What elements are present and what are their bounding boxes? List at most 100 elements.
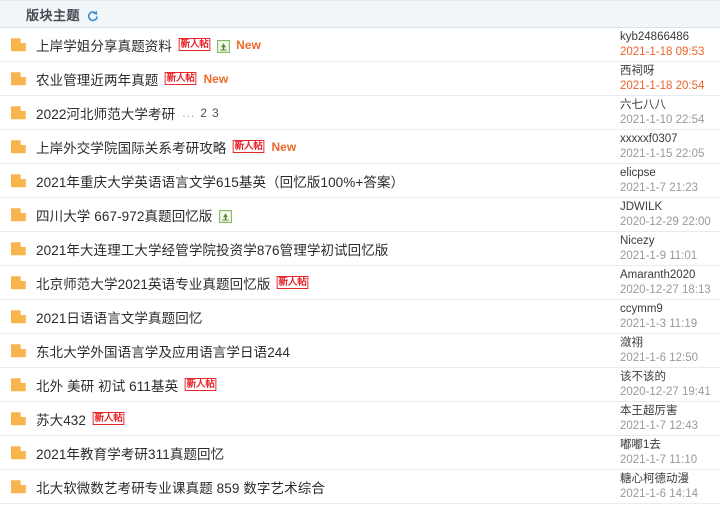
thread-main: 北外 美研 初试 611基英 新人帖 (36, 375, 612, 395)
thread-title-link[interactable]: 2021年大连理工大学经管学院投资学876管理学初试回忆版 (36, 239, 388, 259)
thread-author-link[interactable]: 该不该的 (620, 370, 716, 384)
section-title: 版块主题 (26, 7, 81, 23)
thread-main: 农业管理近两年真题 新人帖 New (36, 69, 612, 89)
thread-title-link[interactable]: 2022河北师范大学考研 (36, 103, 175, 123)
new-flag-label: New (203, 71, 229, 86)
thread-list: 上岸学姐分享真题资料 新人帖 New kyb24866486 2021-1-18 09:… (0, 28, 720, 504)
thread-author-link[interactable]: kyb24866486 (620, 30, 716, 44)
thread-row[interactable]: 2021年大连理工大学经管学院投资学876管理学初试回忆版 Nicezy 2021-… (0, 232, 720, 266)
folder-icon (10, 37, 27, 52)
thread-author-link[interactable]: elicpse (620, 166, 716, 180)
thread-date: 2021-1-18 09:53 (620, 45, 705, 58)
thread-author-link[interactable]: 六七八八 (620, 98, 716, 112)
thread-author-link[interactable]: 潋祤 (620, 336, 716, 350)
thread-meta: 糖心柯德动漫 2021-1-6 14:14 (620, 472, 716, 501)
thread-title-link[interactable]: 上岸外交学院国际关系考研攻略 (36, 137, 226, 157)
thread-meta: 本王超厉害 2021-1-7 12:43 (620, 404, 716, 433)
thread-author-link[interactable]: xxxxxf0307 (620, 132, 716, 146)
thread-author-link[interactable]: ccymm9 (620, 302, 716, 316)
thread-date: 2021-1-15 22:05 (620, 147, 705, 160)
folder-icon (10, 241, 27, 256)
thread-date: 2021-1-9 11:01 (620, 249, 698, 262)
thread-row[interactable]: 上岸外交学院国际关系考研攻略 新人帖 New xxxxxf0307 2021-1-15 … (0, 130, 720, 164)
new-user-badge: 新人帖 (92, 412, 125, 425)
thread-row[interactable]: 2021日语语言文学真题回忆 ccymm9 2021-1-3 11:19 (0, 300, 720, 334)
pagination-page-3[interactable]: 3 (212, 106, 219, 120)
thread-title-link[interactable]: 东北大学外国语言学及应用语言学日语244 (36, 341, 290, 361)
thread-row[interactable]: 上岸学姐分享真题资料 新人帖 New kyb24866486 2021-1-18 09:… (0, 28, 720, 62)
thread-row[interactable]: 东北大学外国语言学及应用语言学日语244 潋祤 2021-1-6 12:50 (0, 334, 720, 368)
thread-row[interactable]: 2021年教育学考研311真题回忆 嘟嘟1去 2021-1-7 11:10 (0, 436, 720, 470)
new-user-badge: 新人帖 (184, 378, 217, 391)
image-attachment-icon (218, 210, 232, 223)
thread-row[interactable]: 2021年重庆大学英语语言文学615基英（回忆版100%+答案） elicpse 2… (0, 164, 720, 198)
new-user-badge: 新人帖 (165, 72, 197, 85)
thread-row[interactable]: 四川大学 667-972真题回忆版 JDWILK 2020-12-29 22:00 (0, 198, 720, 232)
thread-main: 2021年大连理工大学经管学院投资学876管理学初试回忆版 (36, 239, 612, 259)
thread-title-link[interactable]: 苏大432 (36, 409, 86, 429)
thread-title-link[interactable]: 2021年教育学考研311真题回忆 (36, 443, 224, 463)
thread-title-link[interactable]: 四川大学 667-972真题回忆版 (36, 205, 213, 225)
thread-row[interactable]: 2022河北师范大学考研... 2 3 六七八八 2021-1-10 22:54 (0, 96, 720, 130)
thread-title-link[interactable]: 2021年重庆大学英语语言文学615基英（回忆版100%+答案） (36, 171, 404, 191)
thread-row[interactable]: 北外 美研 初试 611基英 新人帖 该不该的 2020-12-27 19:41 (0, 368, 720, 402)
thread-pagination: ... 2 3 (182, 106, 218, 120)
thread-main: 苏大432 新人帖 (36, 409, 612, 429)
thread-author-link[interactable]: JDWILK (620, 200, 716, 214)
thread-author-link[interactable]: Nicezy (620, 234, 716, 248)
folder-icon (10, 479, 27, 494)
thread-row[interactable]: 北大软微数艺考研专业课真题 859 数字艺术综合 糖心柯德动漫 2021-1-6 1… (0, 470, 720, 504)
thread-main: 2021年重庆大学英语语言文学615基英（回忆版100%+答案） (36, 171, 612, 191)
thread-meta: 该不该的 2020-12-27 19:41 (620, 370, 716, 399)
thread-meta: xxxxxf0307 2021-1-15 22:05 (620, 132, 716, 161)
thread-date: 2020-12-29 22:00 (620, 215, 711, 228)
folder-icon (10, 309, 27, 324)
thread-date: 2021-1-3 11:19 (620, 317, 698, 330)
pagination-ellipsis: ... (182, 105, 196, 120)
thread-date: 2021-1-7 11:10 (620, 453, 698, 466)
new-flag-label: New (236, 37, 261, 52)
thread-meta: ccymm9 2021-1-3 11:19 (620, 302, 716, 331)
thread-title-link[interactable]: 上岸学姐分享真题资料 (36, 35, 172, 55)
thread-date: 2021-1-7 12:43 (620, 419, 699, 432)
thread-meta: 潋祤 2021-1-6 12:50 (620, 336, 716, 365)
folder-icon (10, 105, 27, 120)
thread-meta: Nicezy 2021-1-9 11:01 (620, 234, 716, 263)
thread-title-link[interactable]: 北大软微数艺考研专业课真题 859 数字艺术综合 (36, 477, 325, 497)
thread-author-link[interactable]: Amaranth2020 (620, 268, 716, 282)
thread-title-link[interactable]: 农业管理近两年真题 (36, 69, 158, 89)
thread-author-link[interactable]: 西祠呀 (620, 64, 716, 78)
thread-author-link[interactable]: 糖心柯德动漫 (620, 472, 716, 486)
thread-meta: kyb24866486 2021-1-18 09:53 (620, 30, 716, 59)
thread-author-link[interactable]: 嘟嘟1去 (620, 438, 716, 452)
thread-title-link[interactable]: 北外 美研 初试 611基英 (36, 375, 178, 395)
image-attachment-icon (217, 40, 231, 53)
thread-date: 2020-12-27 18:13 (620, 283, 711, 296)
thread-row[interactable]: 农业管理近两年真题 新人帖 New 西祠呀 2021-1-18 20:54 (0, 62, 720, 96)
thread-date: 2021-1-6 12:50 (620, 351, 699, 364)
forum-thread-list-page: 版块主题 上岸学姐分享真题资料 新人帖 New kyb24866486 2021-1-1… (0, 0, 720, 508)
thread-row[interactable]: 北京师范大学2021英语专业真题回忆版 新人帖 Amaranth2020 2020-1… (0, 266, 720, 300)
thread-author-link[interactable]: 本王超厉害 (620, 404, 716, 418)
refresh-loop-icon[interactable] (86, 9, 99, 22)
folder-icon (10, 377, 27, 392)
folder-icon (10, 445, 27, 460)
section-header: 版块主题 (0, 0, 720, 28)
thread-date: 2021-1-6 14:14 (620, 487, 699, 500)
new-flag-label: New (271, 139, 297, 154)
folder-icon (10, 275, 27, 290)
thread-main: 2021年教育学考研311真题回忆 (36, 443, 612, 463)
folder-icon (10, 411, 27, 426)
folder-icon (10, 173, 27, 188)
thread-main: 北大软微数艺考研专业课真题 859 数字艺术综合 (36, 477, 612, 497)
thread-title-link[interactable]: 北京师范大学2021英语专业真题回忆版 (36, 273, 270, 293)
thread-date: 2021-1-18 20:54 (620, 79, 705, 92)
thread-meta: JDWILK 2020-12-29 22:00 (620, 200, 716, 229)
new-user-badge: 新人帖 (277, 276, 309, 289)
thread-main: 上岸学姐分享真题资料 新人帖 New (36, 35, 612, 55)
thread-meta: elicpse 2021-1-7 21:23 (620, 166, 716, 195)
pagination-page-2[interactable]: 2 (200, 106, 207, 120)
thread-row[interactable]: 苏大432 新人帖 本王超厉害 2021-1-7 12:43 (0, 402, 720, 436)
folder-icon (10, 343, 27, 358)
thread-title-link[interactable]: 2021日语语言文学真题回忆 (36, 307, 202, 327)
